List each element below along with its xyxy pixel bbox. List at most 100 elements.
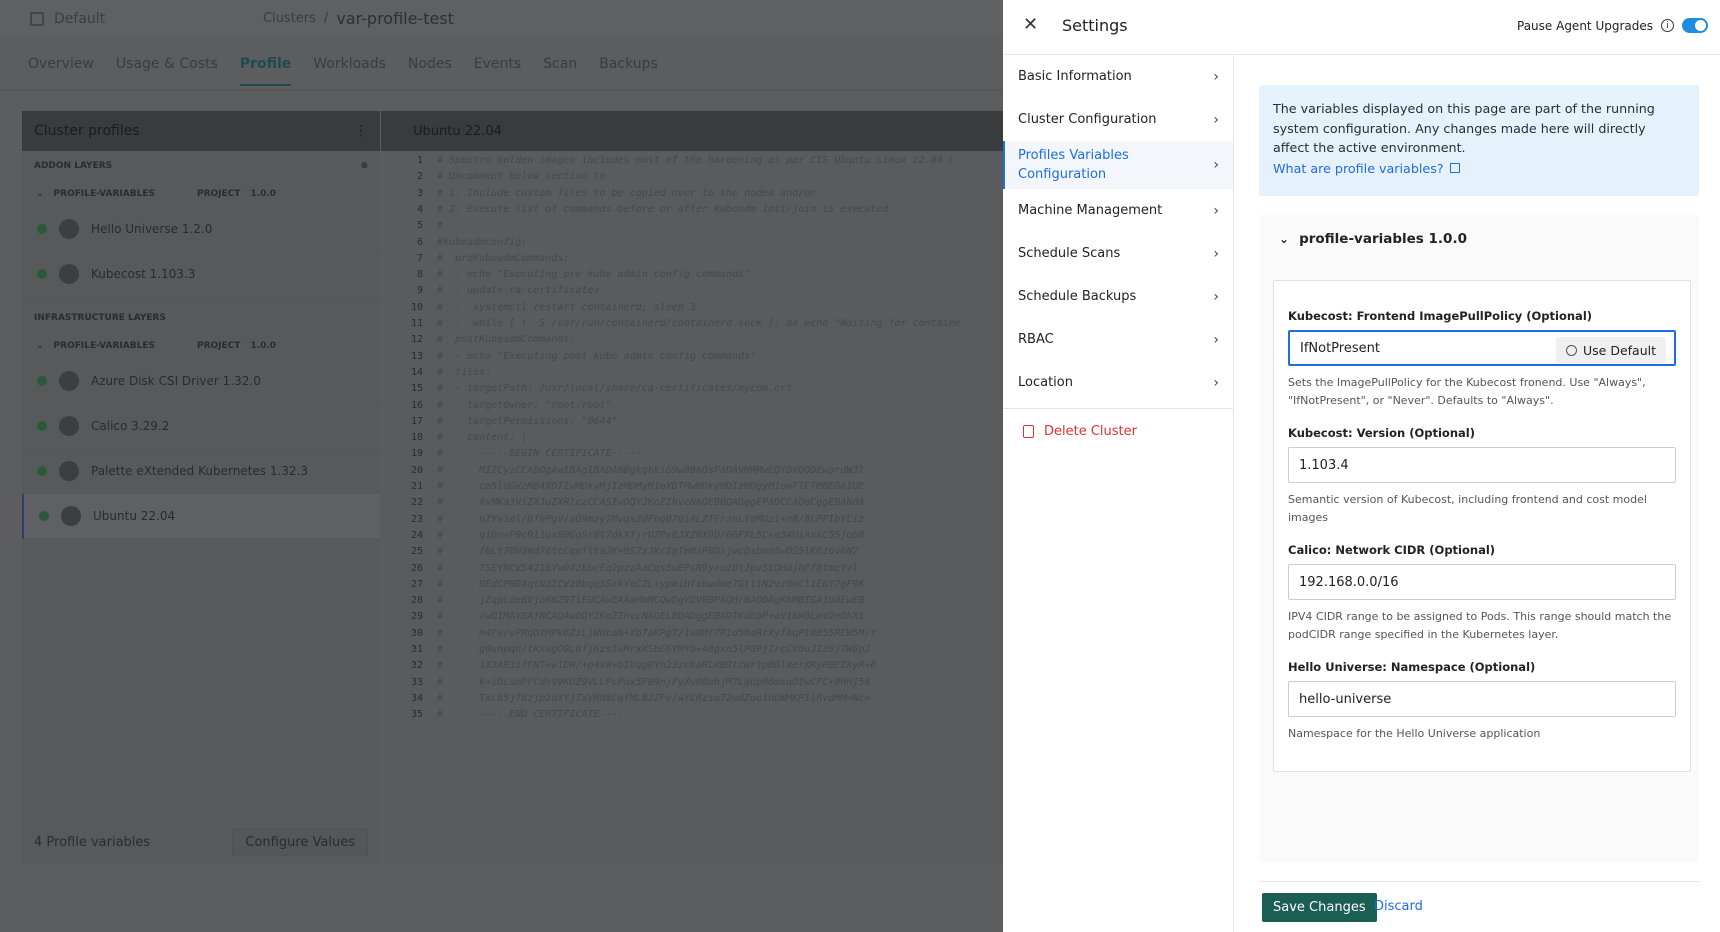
pack-name: Ubuntu 22.04 bbox=[93, 509, 176, 523]
kebab-menu-icon[interactable]: ⋮ bbox=[354, 123, 368, 139]
nav-label: Profiles Variables Configuration bbox=[1018, 148, 1129, 182]
pack-item[interactable]: Kubecost 1.103.3 bbox=[22, 252, 380, 297]
code-line: # TxL65jf6zjp2aXYjTxVRN8CqfMLBJZFv/wYCRz… bbox=[437, 692, 871, 704]
link-label: What are profile variables? bbox=[1273, 160, 1444, 176]
settings-nav: Basic Information › Cluster Configuratio… bbox=[1003, 55, 1234, 932]
code-line: # preKubeadmCommands: bbox=[437, 252, 570, 264]
panel-title: Cluster profiles bbox=[34, 123, 140, 139]
tab-events[interactable]: Events bbox=[474, 56, 521, 86]
pack-item[interactable]: Hello Universe 1.2.0 bbox=[22, 207, 380, 252]
line-number: 27 bbox=[410, 578, 423, 590]
code-area[interactable]: 1 # Spectro Golden images includes most o… bbox=[381, 151, 1003, 720]
nav-rbac[interactable]: RBAC › bbox=[1003, 318, 1233, 361]
code-line: # 2. Execute list of commands before or … bbox=[437, 203, 889, 215]
line-number: 6 bbox=[416, 236, 423, 248]
pack-name: Azure Disk CSI Driver 1.32.0 bbox=[91, 374, 261, 388]
panel-footer: 4 Profile variables Configure Values bbox=[22, 822, 380, 862]
line-number: 32 bbox=[410, 660, 423, 672]
code-line: # Uncomment below section to bbox=[437, 171, 606, 183]
infra-profile-row[interactable]: ⌄ PROFILE-VARIABLES PROJECT 1.0.0 bbox=[22, 333, 380, 359]
profile-variables-help-link[interactable]: What are profile variables? bbox=[1273, 159, 1685, 179]
nav-profiles-variables-configuration[interactable]: Profiles Variables Configuration › bbox=[1003, 141, 1233, 189]
code-line: # - echo "Executing post kube admin conf… bbox=[437, 350, 757, 362]
kubecost-imagepullpolicy-input[interactable]: IfNotPresent Use Default bbox=[1288, 330, 1676, 366]
line-number: 35 bbox=[410, 709, 423, 721]
notice-text: The variables displayed on this page are… bbox=[1273, 101, 1655, 155]
group-header[interactable]: ⌄ profile-variables 1.0.0 bbox=[1259, 215, 1699, 262]
tab-overview[interactable]: Overview bbox=[28, 56, 94, 86]
pause-toggle[interactable] bbox=[1682, 18, 1708, 33]
delete-label: Delete Cluster bbox=[1044, 424, 1137, 439]
yaml-editor: Ubuntu 22.04 1 # Spectro Golden images in… bbox=[381, 111, 1003, 865]
hello-universe-namespace-input[interactable]: hello-universe bbox=[1288, 681, 1676, 717]
use-default-button[interactable]: Use Default bbox=[1556, 337, 1666, 363]
scope-tag: PROJECT bbox=[196, 341, 241, 351]
line-number: 11 bbox=[410, 318, 423, 329]
info-icon[interactable]: i bbox=[1661, 19, 1674, 32]
profile-name: PROFILE-VARIABLES bbox=[53, 189, 155, 199]
line-number: 10 bbox=[410, 301, 423, 313]
drawer-title: Settings bbox=[1062, 16, 1128, 35]
code-line: # 1. Include custom files to be copied o… bbox=[437, 187, 817, 199]
nav-cluster-configuration[interactable]: Cluster Configuration › bbox=[1003, 98, 1233, 141]
tab-profile[interactable]: Profile bbox=[239, 56, 292, 86]
breadcrumb-separator: / bbox=[323, 11, 329, 26]
delete-cluster-button[interactable]: Delete Cluster bbox=[1003, 409, 1233, 439]
addon-layers-header: ADDON LAYERS ⊕ bbox=[22, 151, 380, 181]
tab-scan[interactable]: Scan bbox=[543, 56, 577, 86]
infra-layers-label: INFRASTRUCTURE LAYERS bbox=[34, 313, 166, 323]
code-line: # postKubeadmCommands: bbox=[437, 334, 576, 346]
line-number: 2 bbox=[416, 171, 423, 183]
tab-backups[interactable]: Backups bbox=[599, 56, 658, 86]
line-number: 34 bbox=[410, 692, 423, 704]
nav-schedule-scans[interactable]: Schedule Scans › bbox=[1003, 232, 1233, 275]
nav-basic-information[interactable]: Basic Information › bbox=[1003, 55, 1233, 98]
code-line: # iX3AR3ifFNT+w1DR/+p4xW+bIVqg0Yh23zc6aR… bbox=[437, 660, 877, 672]
tab-nodes[interactable]: Nodes bbox=[408, 56, 452, 86]
pack-item-selected[interactable]: Ubuntu 22.04 bbox=[22, 494, 380, 539]
close-icon[interactable]: ✕ bbox=[1023, 15, 1038, 35]
nav-machine-management[interactable]: Machine Management › bbox=[1003, 189, 1233, 232]
code-line: # jZqpLdeBVjoRNZ9TlFUCAwEAAaMmMCQwDgYDVR… bbox=[437, 595, 865, 607]
addon-profile-row[interactable]: ⌄ PROFILE-VARIABLES PROJECT 1.0.0 bbox=[22, 181, 380, 207]
code-line: # Spectro Golden images includes most of… bbox=[437, 155, 955, 166]
addon-layers-label: ADDON LAYERS bbox=[34, 161, 113, 171]
pack-icon bbox=[59, 416, 79, 436]
pack-item[interactable]: Palette eXtended Kubernetes 1.32.3 bbox=[22, 449, 380, 494]
breadcrumb: Clusters / var-profile-test bbox=[263, 9, 454, 28]
line-number: 26 bbox=[410, 562, 423, 574]
line-number: 17 bbox=[410, 415, 423, 427]
nav-location[interactable]: Location › bbox=[1003, 361, 1233, 404]
trash-icon bbox=[1023, 425, 1034, 438]
line-number: 23 bbox=[410, 513, 423, 525]
pack-name: Palette eXtended Kubernetes 1.32.3 bbox=[91, 464, 309, 478]
save-changes-button[interactable]: Save Changes bbox=[1262, 893, 1377, 922]
tab-usage-costs[interactable]: Usage & Costs bbox=[116, 56, 218, 86]
tab-workloads[interactable]: Workloads bbox=[313, 56, 386, 86]
pack-name: Hello Universe 1.2.0 bbox=[91, 222, 213, 236]
discard-button[interactable]: Discard bbox=[1374, 899, 1423, 914]
history-icon bbox=[1566, 344, 1577, 356]
pack-name: Kubecost 1.103.3 bbox=[91, 267, 196, 281]
line-number: 19 bbox=[410, 448, 423, 460]
field-label: Hello Universe: Namespace (Optional) bbox=[1288, 660, 1536, 674]
add-layer-icon[interactable]: ⊕ bbox=[360, 161, 368, 171]
kubecost-version-input[interactable]: 1.103.4 bbox=[1288, 447, 1676, 483]
status-dot bbox=[37, 376, 47, 386]
project-icon bbox=[30, 12, 44, 26]
line-number: 28 bbox=[410, 595, 423, 607]
calico-network-cidr-input[interactable]: 192.168.0.0/16 bbox=[1288, 564, 1676, 600]
code-line: # k+iDLumPFCdsV9KDZ9VLLPcPnx5F09njFyXv00… bbox=[437, 676, 871, 688]
pack-item[interactable]: Calico 3.29.2 bbox=[22, 404, 380, 449]
nav-label: Schedule Scans bbox=[1018, 246, 1121, 261]
configure-values-button[interactable]: Configure Values bbox=[232, 828, 368, 856]
breadcrumb-parent[interactable]: Clusters bbox=[263, 11, 316, 26]
nav-label: Cluster Configuration bbox=[1018, 112, 1157, 127]
field-label: Kubecost: Version (Optional) bbox=[1288, 426, 1475, 440]
editor-title: Ubuntu 22.04 bbox=[381, 111, 1003, 151]
nav-schedule-backups[interactable]: Schedule Backups › bbox=[1003, 275, 1233, 318]
pack-icon bbox=[59, 264, 79, 284]
pack-item[interactable]: Azure Disk CSI Driver 1.32.0 bbox=[22, 359, 380, 404]
project-selector[interactable]: Default bbox=[30, 9, 244, 29]
status-dot bbox=[37, 224, 47, 234]
